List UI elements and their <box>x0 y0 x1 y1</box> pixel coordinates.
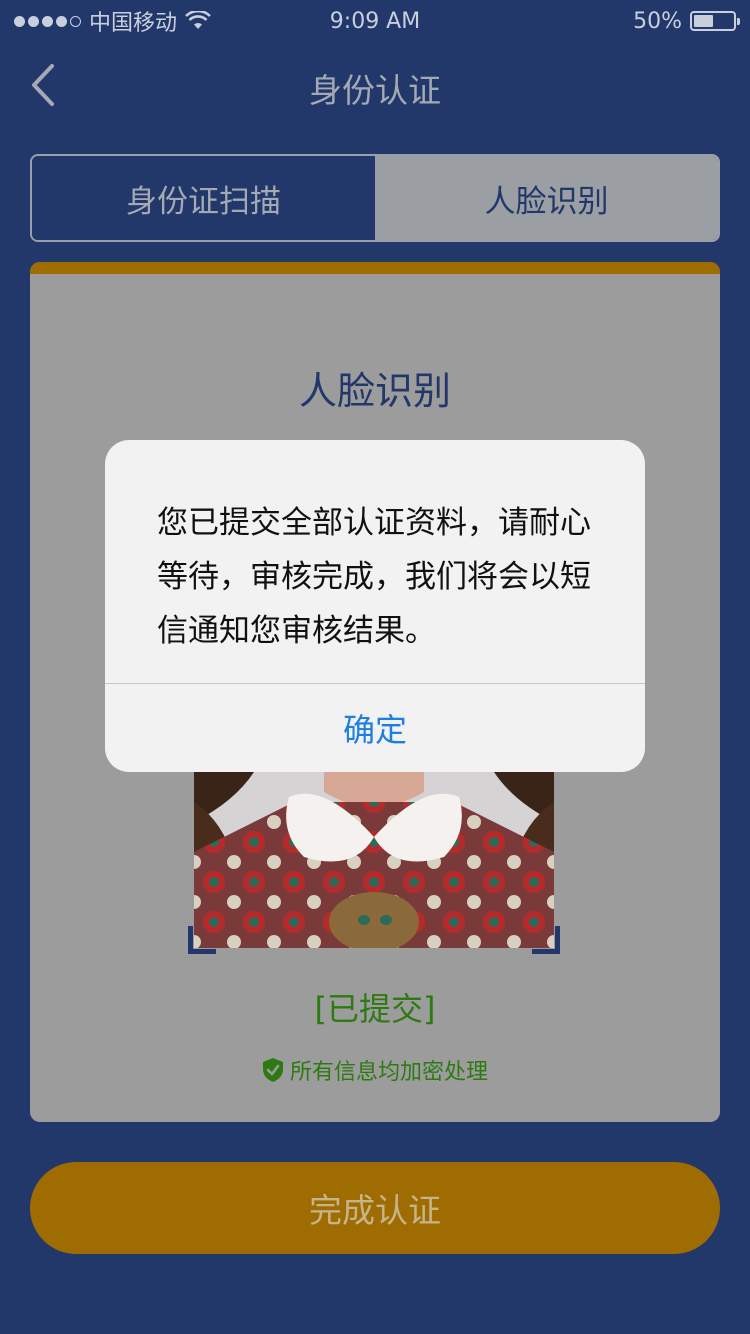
battery-icon <box>690 11 740 31</box>
tab-id-scan[interactable]: 身份证扫描 <box>32 156 375 240</box>
alert-dialog: 您已提交全部认证资料，请耐心等待，审核完成，我们将会以短信通知您审核结果。 确定 <box>105 440 645 772</box>
battery-fill <box>694 15 713 27</box>
page-title: 身份认证 <box>309 71 441 110</box>
battery-percent: 50% <box>633 8 682 34</box>
card-title: 人脸识别 <box>298 369 451 413</box>
card-accent-stripe <box>30 262 720 274</box>
status-left: 中国移动 <box>14 5 211 37</box>
photo-frame <box>188 742 560 954</box>
signal-icon <box>14 15 81 27</box>
segmented-tabs: 身份证扫描 人脸识别 <box>30 154 720 242</box>
wifi-icon <box>185 11 211 29</box>
submitted-status: [已提交] <box>314 990 436 1028</box>
tab-face-recognition[interactable]: 人脸识别 <box>375 156 718 240</box>
nav-bar: 身份认证 <box>0 42 750 128</box>
frame-corner <box>532 926 560 954</box>
confirm-button[interactable]: 确定 <box>105 684 645 772</box>
status-right: 50% <box>633 8 740 34</box>
shield-check-icon <box>262 1058 283 1082</box>
carrier-label: 中国移动 <box>89 11 178 36</box>
secure-note: 所有信息均加密处理 <box>30 1054 720 1086</box>
frame-corner <box>188 926 216 954</box>
secure-note-text: 所有信息均加密处理 <box>289 1060 488 1085</box>
complete-verification-button[interactable]: 完成认证 <box>30 1162 720 1254</box>
status-bar: 中国移动 9:09 AM 50% <box>0 0 750 42</box>
alert-message: 您已提交全部认证资料，请耐心等待，审核完成，我们将会以短信通知您审核结果。 <box>157 505 591 649</box>
face-photo <box>194 742 554 948</box>
